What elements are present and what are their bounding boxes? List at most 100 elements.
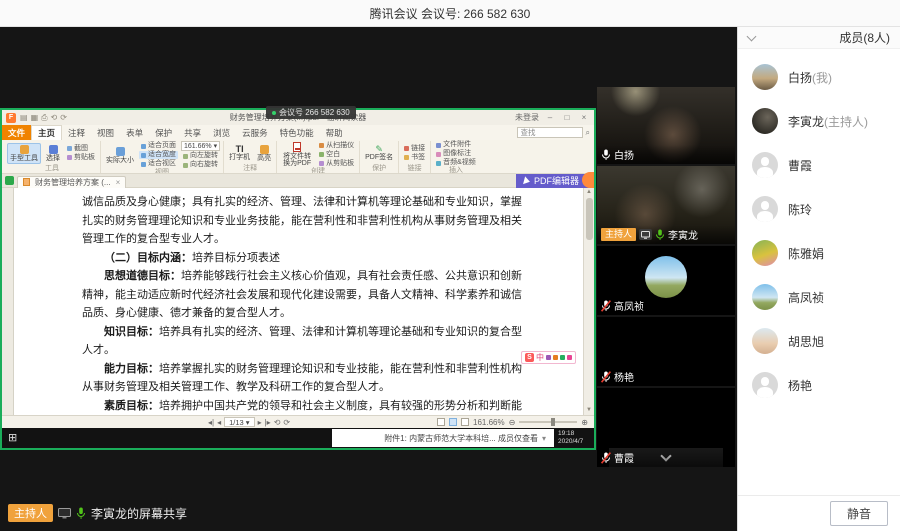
- ime-tool-icon[interactable]: [553, 355, 558, 360]
- search-input[interactable]: [517, 127, 583, 138]
- zoom-slider-thumb[interactable]: [551, 418, 555, 426]
- snapshot-button[interactable]: 截图: [65, 145, 97, 153]
- taskbar-notification[interactable]: 附件1: 内蒙古师范大学本科培... 成员仅查看 ▾: [332, 429, 554, 447]
- member-row[interactable]: 陈雅娟: [738, 231, 900, 275]
- pdf-app-logo-icon[interactable]: F: [6, 113, 16, 123]
- prev-page-icon[interactable]: ◂: [217, 418, 221, 427]
- image-annotation-button[interactable]: 图像标注: [434, 150, 478, 158]
- video-tile-baiyang[interactable]: 白扬: [597, 87, 735, 164]
- tab-features[interactable]: 特色功能: [274, 125, 320, 140]
- zoom-slider[interactable]: [519, 421, 577, 423]
- from-clipboard-button[interactable]: 从剪贴板: [317, 160, 356, 168]
- search-icon[interactable]: ⌕: [586, 128, 590, 138]
- ime-logo-icon[interactable]: S: [525, 353, 534, 362]
- ime-tool-icon[interactable]: [560, 355, 565, 360]
- single-page-view-icon[interactable]: [437, 418, 445, 426]
- print-icon[interactable]: ⎙: [41, 110, 47, 125]
- start-button[interactable]: ⊞: [8, 433, 17, 444]
- page-number-box[interactable]: 1/13 ▾: [224, 417, 254, 427]
- fit-width-button[interactable]: 适合宽度: [139, 151, 178, 159]
- undo-icon[interactable]: ⟲: [51, 110, 58, 125]
- link-button[interactable]: 链接: [402, 145, 427, 153]
- video-tile-gaofengzhen[interactable]: 高凤祯: [597, 246, 735, 315]
- member-row[interactable]: 李寅龙(主持人): [738, 99, 900, 143]
- pdf-sign-button[interactable]: ✎ PDF签名: [363, 145, 395, 162]
- ime-lang-indicator[interactable]: 中: [536, 353, 544, 362]
- ribbon-group-create: 将文件转换为PDF 从扫描仪 空白 从剪贴板: [277, 141, 360, 173]
- facing-view-icon[interactable]: [461, 418, 469, 426]
- video-tile-liyinlong[interactable]: 主持人 李寅龙: [597, 166, 735, 244]
- file-attachment-button[interactable]: 文件附件: [434, 141, 478, 149]
- highlight-button[interactable]: 高亮: [255, 144, 273, 163]
- member-row[interactable]: 杨艳: [738, 363, 900, 407]
- redo-icon[interactable]: ⟳: [60, 110, 67, 125]
- blank-page-button[interactable]: 空白: [317, 151, 356, 159]
- hand-tool-button[interactable]: 手型工具: [7, 143, 41, 164]
- convert-to-pdf-button[interactable]: 将文件转换为PDF: [280, 141, 314, 168]
- member-row[interactable]: 曹霞: [738, 143, 900, 187]
- tab-form[interactable]: 表单: [120, 125, 149, 140]
- side-panel-fab[interactable]: [582, 172, 594, 188]
- tab-protect[interactable]: 保护: [149, 125, 178, 140]
- member-row[interactable]: 白扬(我): [738, 55, 900, 99]
- clipboard-button[interactable]: 剪贴板: [65, 154, 97, 162]
- video-tile-yangyan[interactable]: 杨艳: [597, 317, 735, 386]
- audio-video-button[interactable]: 音频&视频: [434, 159, 478, 167]
- video-tile-caoxia[interactable]: 曹霞: [597, 388, 735, 467]
- navigation-pane-collapsed[interactable]: [2, 188, 14, 415]
- pdf-editor-button[interactable]: PDF编辑器: [516, 174, 591, 188]
- collapse-panel-icon[interactable]: [747, 31, 757, 41]
- actual-size-button[interactable]: 实际大小: [104, 146, 136, 165]
- mute-button[interactable]: 静音: [830, 501, 888, 526]
- tab-file[interactable]: 文件: [2, 125, 31, 140]
- zoom-out-icon[interactable]: ⊖: [509, 418, 516, 427]
- ime-toolbar[interactable]: S 中: [521, 351, 576, 364]
- ime-tool-icon[interactable]: [546, 355, 551, 360]
- tab-view[interactable]: 视图: [91, 125, 120, 140]
- member-row[interactable]: 胡思旭: [738, 319, 900, 363]
- document-tab[interactable]: 财务管理培养方案 (... ×: [17, 176, 126, 188]
- maximize-button[interactable]: □: [561, 113, 573, 122]
- continuous-view-icon[interactable]: [449, 418, 457, 426]
- meeting-id-pill[interactable]: 会议号 266 582 630: [266, 106, 356, 119]
- rotate-right-icon: [183, 163, 188, 168]
- scrollbar-thumb[interactable]: [586, 198, 593, 240]
- sidebar-toggle-icon[interactable]: [5, 176, 14, 185]
- from-scanner-button[interactable]: 从扫描仪: [317, 142, 356, 150]
- rotate-right-button[interactable]: 向右旋转: [181, 161, 220, 169]
- fit-page-button[interactable]: 适合页面: [139, 142, 178, 150]
- tab-help[interactable]: 帮助: [320, 125, 349, 140]
- zoom-combobox[interactable]: 161.66% ▾: [181, 141, 220, 151]
- notice-dropdown-icon[interactable]: ▾: [542, 434, 546, 443]
- history-fwd-icon[interactable]: ⟳: [283, 418, 290, 427]
- tab-home[interactable]: 主页: [31, 125, 62, 140]
- login-status[interactable]: 未登录: [515, 112, 539, 123]
- scroll-down-icon[interactable]: ▼: [586, 407, 592, 414]
- rotate-left-button[interactable]: 向左旋转: [181, 152, 220, 160]
- last-page-icon[interactable]: |▸: [265, 418, 271, 427]
- member-row[interactable]: 陈玲: [738, 187, 900, 231]
- minimize-button[interactable]: –: [544, 113, 556, 122]
- select-tool-button[interactable]: 选择: [44, 144, 62, 163]
- member-row[interactable]: 高凤祯: [738, 275, 900, 319]
- open-icon[interactable]: ▤: [20, 110, 28, 125]
- tab-browse[interactable]: 浏览: [207, 125, 236, 140]
- tab-cloud[interactable]: 云服务: [236, 125, 274, 140]
- bookmark-button[interactable]: 书签: [402, 154, 427, 162]
- tab-comment[interactable]: 注释: [62, 125, 91, 140]
- fit-visible-button[interactable]: 适合视区: [139, 160, 178, 168]
- first-page-icon[interactable]: ◂|: [208, 418, 214, 427]
- ime-tool-icon[interactable]: [567, 355, 572, 360]
- taskbar-clock[interactable]: 19:18 2020/4/7: [556, 428, 592, 448]
- typewriter-button[interactable]: TI 打字机: [227, 145, 252, 162]
- tab-close-icon[interactable]: ×: [116, 178, 121, 187]
- save-icon[interactable]: ▦: [31, 110, 39, 125]
- history-back-icon[interactable]: ⟲: [274, 418, 281, 427]
- close-button[interactable]: ×: [578, 113, 590, 122]
- quick-access-toolbar: ▤ ▦ ⎙ ⟲ ⟳: [20, 110, 67, 125]
- scroll-up-icon[interactable]: ▲: [586, 189, 592, 196]
- next-page-icon[interactable]: ▸: [258, 418, 262, 427]
- vertical-scrollbar[interactable]: ▲ ▼: [583, 188, 594, 415]
- tab-share[interactable]: 共享: [178, 125, 207, 140]
- zoom-in-icon[interactable]: ⊕: [581, 418, 588, 427]
